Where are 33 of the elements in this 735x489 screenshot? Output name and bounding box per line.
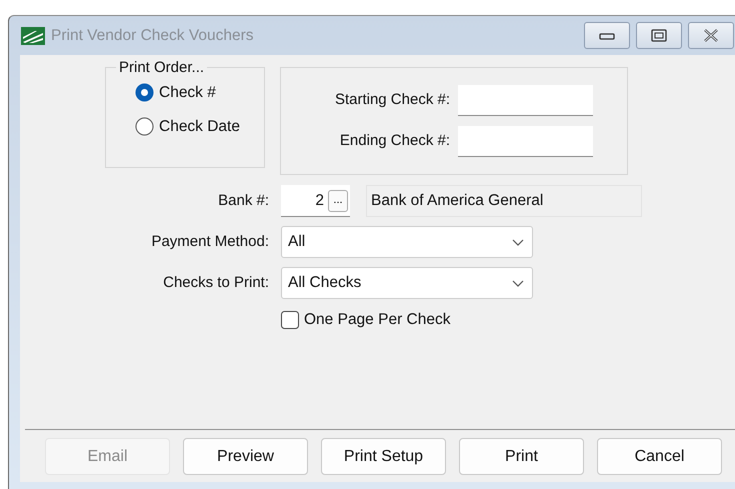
group-title: Print Order... — [118, 60, 206, 75]
maximize-icon — [651, 29, 667, 42]
close-button[interactable] — [688, 22, 734, 49]
field-value: 2 — [315, 190, 324, 211]
bank-name-field: Bank of America General — [366, 185, 642, 217]
radio-option[interactable]: Check # — [135, 81, 264, 104]
field-label: Starting Check #: — [334, 90, 450, 110]
close-icon — [703, 29, 719, 42]
field-label: Ending Check #: — [338, 131, 450, 152]
chevron-down-icon — [512, 238, 524, 246]
dropdown-value: All Checks — [288, 273, 362, 294]
bank-number-field[interactable]: 2 ... — [281, 185, 350, 217]
dropdown[interactable]: All — [281, 226, 533, 258]
browse-button[interactable]: ... — [328, 190, 348, 212]
dialog-button[interactable]: Cancel — [597, 438, 722, 475]
checkbox[interactable] — [281, 310, 299, 329]
radio-option[interactable]: Check Date — [135, 115, 264, 138]
dialog-button[interactable]: Print — [459, 438, 584, 475]
dialog-button[interactable]: Preview — [183, 438, 308, 475]
maximize-button[interactable] — [636, 22, 682, 49]
dialog-button[interactable]: Print Setup — [321, 438, 446, 475]
minimize-button[interactable] — [584, 22, 630, 49]
text-field[interactable] — [458, 126, 593, 157]
text-field[interactable] — [458, 85, 593, 116]
field-label: Bank #: — [217, 190, 269, 211]
chevron-down-icon — [512, 280, 524, 286]
dropdown-value: All — [288, 232, 306, 252]
dropdown[interactable]: All Checks — [281, 267, 533, 299]
app-logo-icon — [21, 26, 45, 44]
window-title: Print Vendor Check Vouchers — [51, 26, 254, 46]
field-label: Payment Method: — [150, 232, 269, 252]
checkbox-label: One Page Per Check — [304, 310, 450, 330]
field-label: Checks to Print: — [162, 272, 269, 293]
